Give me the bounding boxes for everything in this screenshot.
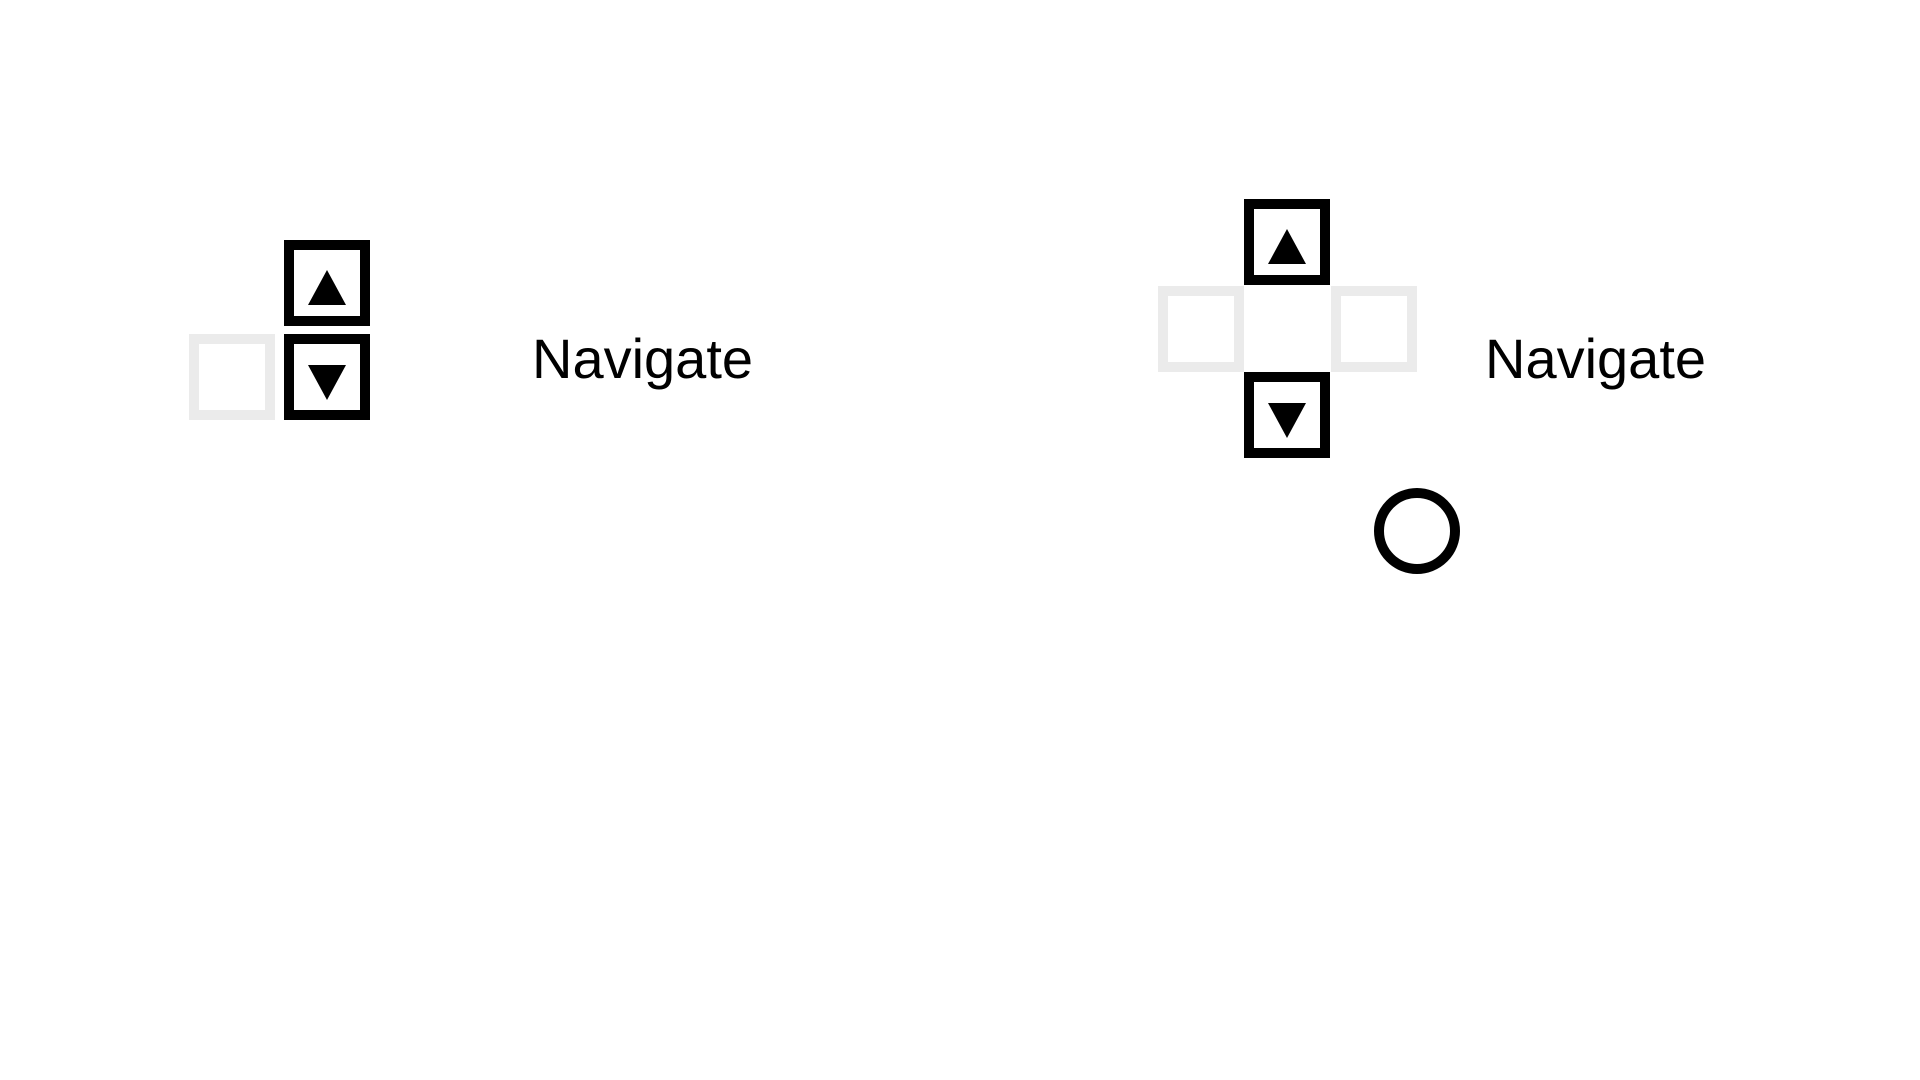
circle-button-icon — [1374, 488, 1460, 574]
up-key-icon — [1244, 199, 1330, 285]
left-key-blank-icon — [1158, 286, 1244, 372]
down-key-icon — [1244, 372, 1330, 458]
controls-legend: Navigate Navigate — [0, 0, 1920, 1080]
navigate-label: Navigate — [1485, 327, 1707, 390]
down-key-icon — [284, 334, 370, 420]
navigate-label: Navigate — [532, 327, 754, 390]
right-key-blank-icon — [1331, 286, 1417, 372]
left-key-blank-icon — [189, 334, 275, 420]
up-key-icon — [284, 240, 370, 326]
